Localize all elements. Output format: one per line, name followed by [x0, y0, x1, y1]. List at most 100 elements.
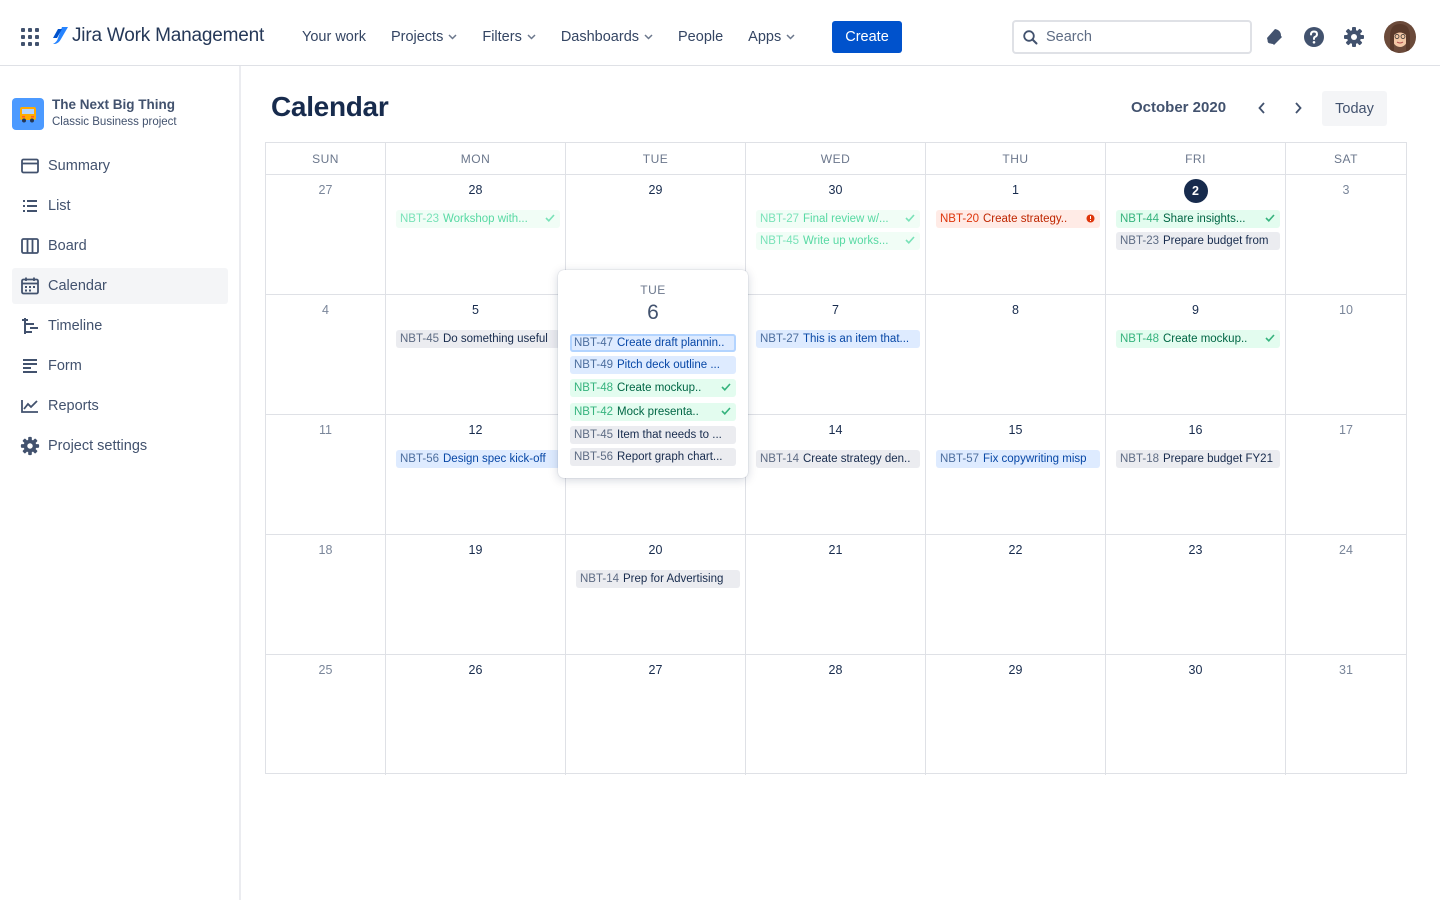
- notifications-icon[interactable]: [1263, 26, 1285, 48]
- calendar-day-cell[interactable]: 31: [1286, 655, 1406, 775]
- calendar-event-nbt-14[interactable]: NBT-14 Create strategy den..: [756, 450, 920, 468]
- calendar-day-cell[interactable]: 4: [266, 295, 386, 415]
- calendar-day-cell[interactable]: 1 NBT-20 Create strategy..: [926, 175, 1106, 295]
- search-box[interactable]: [1012, 20, 1252, 54]
- sidebar-item-reports[interactable]: Reports: [12, 388, 228, 424]
- weekday-sat: SAT: [1334, 151, 1358, 166]
- event-key: NBT-42: [574, 406, 613, 418]
- calendar-day-cell[interactable]: 26: [386, 655, 566, 775]
- nav-filters[interactable]: Filters: [473, 21, 544, 53]
- calendar-day-cell[interactable]: 11: [266, 415, 386, 535]
- nav-dashboards[interactable]: Dashboards: [552, 21, 662, 53]
- calendar-day-cell[interactable]: 28 NBT-23 Workshop with...: [386, 175, 566, 295]
- calendar-event-nbt-45[interactable]: NBT-45 Do something useful: [396, 330, 560, 348]
- calendar-event-nbt-49[interactable]: NBT-49 Pitch deck outline ...: [570, 356, 736, 374]
- calendar-event-nbt-23[interactable]: NBT-23 Workshop with...: [396, 210, 560, 228]
- popup-weekday: TUE: [640, 283, 666, 297]
- weekday-thu: THU: [926, 143, 1106, 174]
- sidebar-item-board[interactable]: Board: [12, 228, 228, 264]
- nav-label: People: [678, 29, 724, 45]
- calendar-event-nbt-18[interactable]: NBT-18 Prepare budget FY21: [1116, 450, 1280, 468]
- settings-gear-icon[interactable]: [1343, 26, 1365, 48]
- calendar-day-cell[interactable]: 9 NBT-48 Create mockup..: [1106, 295, 1286, 415]
- event-title: Item that needs to ...: [617, 429, 722, 441]
- calendar-day-cell[interactable]: 27: [266, 175, 386, 295]
- nav-people[interactable]: People: [669, 21, 732, 53]
- nav-apps[interactable]: Apps: [739, 21, 804, 53]
- app-switcher-icon[interactable]: [21, 28, 39, 46]
- calendar-day-cell[interactable]: 10: [1286, 295, 1406, 415]
- calendar-day-cell[interactable]: 25: [266, 655, 386, 775]
- calendar-day-cell[interactable]: 3: [1286, 175, 1406, 295]
- day-number: 21: [828, 543, 843, 557]
- sidebar-item-list[interactable]: List: [12, 188, 228, 224]
- calendar-event-nbt-27[interactable]: NBT-27 This is an item that...: [756, 330, 920, 348]
- popup-day-number: 6: [647, 301, 659, 324]
- calendar-day-cell[interactable]: 7 NBT-27 This is an item that...: [746, 295, 926, 415]
- board-icon: [20, 236, 40, 256]
- calendar-event-nbt-48[interactable]: NBT-48 Create mockup..: [570, 379, 736, 397]
- calendar-day-cell[interactable]: 15 NBT-57 Fix copywriting misp: [926, 415, 1106, 535]
- calendar-day-cell[interactable]: 12 NBT-56 Design spec kick-off: [386, 415, 566, 535]
- calendar-day-cell[interactable]: 21: [746, 535, 926, 655]
- help-icon[interactable]: [1303, 26, 1325, 48]
- nav-label: Your work: [302, 29, 366, 45]
- sidebar-item-summary[interactable]: Summary: [12, 148, 228, 184]
- calendar-day-cell[interactable]: 28: [746, 655, 926, 775]
- project-header[interactable]: The Next Big Thing Classic Business proj…: [12, 97, 177, 130]
- create-button[interactable]: Create: [832, 21, 902, 53]
- calendar-day-cell[interactable]: 30 NBT-27 Final review w/... NBT-45 Write up…: [746, 175, 926, 295]
- calendar-event-nbt-57[interactable]: NBT-57 Fix copywriting misp: [936, 450, 1100, 468]
- calendar-event-nbt-47[interactable]: NBT-47 Create draft plannin..: [570, 334, 736, 352]
- bus-icon: [20, 106, 36, 122]
- product-logo[interactable]: Jira Work Management: [52, 23, 264, 49]
- calendar-day-cell[interactable]: 2 NBT-44 Share insights... NBT-23 Prepare bu…: [1106, 175, 1286, 295]
- today-button[interactable]: Today: [1322, 91, 1387, 126]
- event-key: NBT-45: [400, 333, 439, 345]
- chevron-down-icon: [448, 34, 457, 40]
- calendar-event-nbt-23[interactable]: NBT-23 Prepare budget from: [1116, 232, 1280, 250]
- previous-month-button[interactable]: [1252, 98, 1272, 118]
- sidebar-item-project-settings[interactable]: Project settings: [12, 428, 228, 464]
- calendar-day-cell[interactable]: 18: [266, 535, 386, 655]
- calendar-event-nbt-42[interactable]: NBT-42 Mock presenta..: [570, 403, 736, 421]
- calendar-day-cell[interactable]: 24: [1286, 535, 1406, 655]
- calendar-day-cell[interactable]: 14 NBT-14 Create strategy den..: [746, 415, 926, 535]
- sidebar-item-form[interactable]: Form: [12, 348, 228, 384]
- calendar-day-cell[interactable]: 17: [1286, 415, 1406, 535]
- next-month-button[interactable]: [1288, 98, 1308, 118]
- calendar-day-cell[interactable]: 5 NBT-45 Do something useful: [386, 295, 566, 415]
- search-icon: [1023, 29, 1038, 44]
- calendar-day-cell[interactable]: 29: [926, 655, 1106, 775]
- chevron-left-icon: [1258, 102, 1265, 114]
- current-month-label: October 2020: [1131, 99, 1227, 116]
- calendar-day-cell[interactable]: 23: [1106, 535, 1286, 655]
- calendar-day-cell[interactable]: 22: [926, 535, 1106, 655]
- calendar-event-nbt-56[interactable]: NBT-56 Report graph chart...: [570, 448, 736, 466]
- nav-your-work[interactable]: Your work: [293, 21, 375, 53]
- calendar-event-nbt-27[interactable]: NBT-27 Final review w/...: [756, 210, 920, 228]
- calendar-day-cell[interactable]: 19: [386, 535, 566, 655]
- user-avatar[interactable]: [1384, 21, 1416, 53]
- nav-projects[interactable]: Projects: [382, 21, 466, 53]
- calendar-event-nbt-56[interactable]: NBT-56 Design spec kick-off: [396, 450, 560, 468]
- calendar-event-nbt-48[interactable]: NBT-48 Create mockup..: [1116, 330, 1280, 348]
- calendar-day-cell[interactable]: 16 NBT-18 Prepare budget FY21: [1106, 415, 1286, 535]
- summary-icon: [20, 156, 40, 176]
- day-number: 16: [1188, 423, 1203, 437]
- event-key: NBT-14: [760, 453, 799, 465]
- calendar-event-nbt-45[interactable]: NBT-45 Write up works...: [756, 232, 920, 250]
- day-number: 17: [1339, 423, 1353, 437]
- calendar-event-nbt-44[interactable]: NBT-44 Share insights...: [1116, 210, 1280, 228]
- calendar-day-cell[interactable]: 30: [1106, 655, 1286, 775]
- search-input[interactable]: [1046, 29, 1226, 45]
- calendar-event-nbt-20[interactable]: NBT-20 Create strategy..: [936, 210, 1100, 228]
- sidebar-item-timeline[interactable]: Timeline: [12, 308, 228, 344]
- day-number: 18: [318, 543, 333, 557]
- calendar-day-cell[interactable]: 8: [926, 295, 1106, 415]
- calendar-event-nbt-14[interactable]: NBT-14 Prep for Advertising: [576, 570, 740, 588]
- calendar-day-cell[interactable]: 27: [566, 655, 746, 775]
- sidebar-item-calendar[interactable]: Calendar: [12, 268, 228, 304]
- calendar-event-nbt-45[interactable]: NBT-45 Item that needs to ...: [570, 426, 736, 444]
- calendar-day-cell[interactable]: 20 NBT-14 Prep for Advertising: [566, 535, 746, 655]
